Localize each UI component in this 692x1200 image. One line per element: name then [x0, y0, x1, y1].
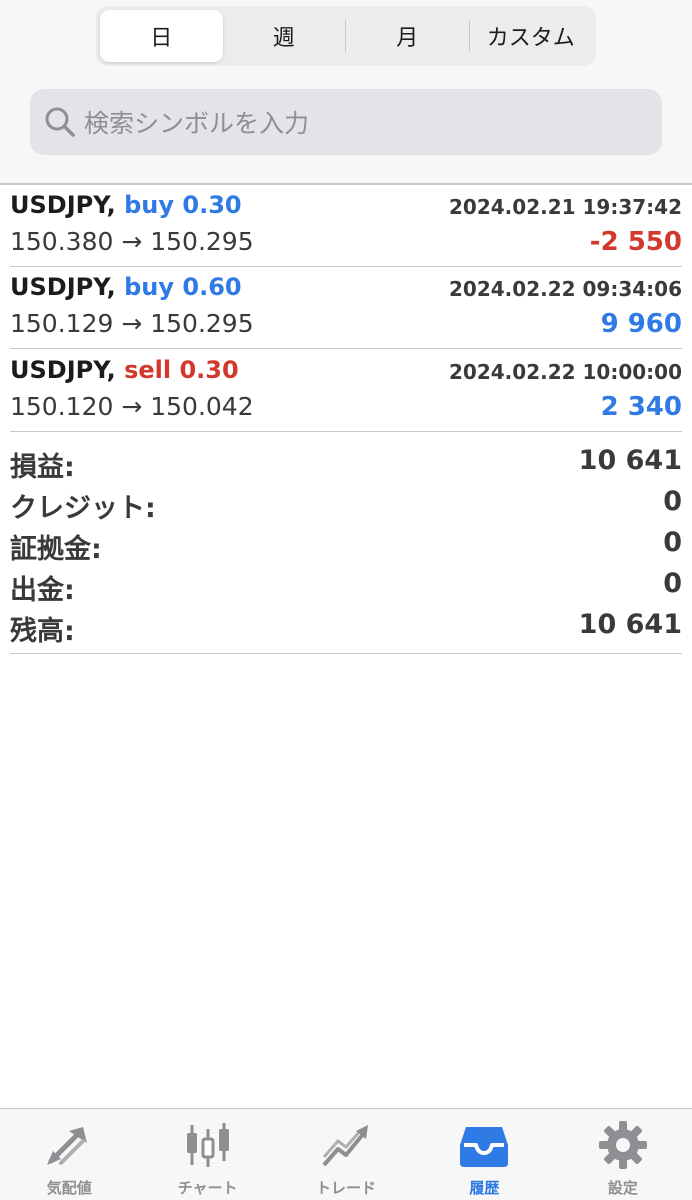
- summary-row-profit: 損益: 10 641: [10, 443, 682, 484]
- trade-prices: 150.129 → 150.295: [10, 309, 254, 338]
- trade-symbol-line: USDJPY, buy 0.60: [10, 273, 242, 301]
- trade-prices: 150.120 → 150.042: [10, 392, 254, 421]
- tab-chart[interactable]: チャート: [138, 1109, 276, 1200]
- trade-side-volume: buy 0.30: [124, 191, 242, 219]
- tab-label: 設定: [607, 1179, 638, 1197]
- summary-row-credit: クレジット: 0: [10, 484, 682, 525]
- trade-symbol-line: USDJPY, sell 0.30: [10, 356, 239, 384]
- trade-profit: 2 340: [600, 392, 682, 422]
- summary-label: 残高:: [10, 616, 75, 647]
- trade-symbol: USDJPY,: [10, 356, 116, 384]
- search-placeholder: 検索シンボルを入力: [84, 109, 310, 138]
- summary-value: 10 641: [578, 609, 682, 640]
- trade-time: 2024.02.21 19:37:42: [449, 195, 682, 219]
- trade-profit: 9 960: [600, 309, 682, 339]
- candlestick-chart-icon: [186, 1123, 229, 1167]
- trade-symbol-line: USDJPY, buy 0.30: [10, 191, 242, 219]
- summary-value: 0: [663, 568, 682, 599]
- gear-icon: [598, 1121, 647, 1169]
- account-summary: 損益: 10 641 クレジット: 0 証拠金: 0 出金: 0 残高: 10 …: [10, 443, 682, 648]
- trade-row[interactable]: USDJPY, buy 0.60 2024.02.22 09:34:06 150…: [10, 267, 682, 349]
- bottom-tab-bar: 気配値 チャート トレード 履歴 設定: [0, 1108, 692, 1200]
- quotes-arrows-icon: [47, 1127, 88, 1165]
- history-inbox-icon: [460, 1127, 509, 1167]
- divider: [10, 653, 682, 654]
- trade-row[interactable]: USDJPY, sell 0.30 2024.02.22 10:00:00 15…: [10, 350, 682, 432]
- tab-label: チャート: [177, 1179, 238, 1197]
- summary-label: 証拠金:: [10, 534, 102, 565]
- period-tab-week[interactable]: 週: [223, 10, 346, 62]
- period-tab-month[interactable]: 月: [346, 10, 469, 62]
- trade-row[interactable]: USDJPY, buy 0.30 2024.02.21 19:37:42 150…: [10, 185, 682, 267]
- trade-symbol: USDJPY,: [10, 191, 116, 219]
- summary-row-withdrawal: 出金: 0: [10, 566, 682, 607]
- tab-quotes[interactable]: 気配値: [0, 1109, 138, 1200]
- summary-value: 0: [663, 527, 682, 558]
- period-tab-day[interactable]: 日: [100, 10, 223, 62]
- trade-trend-icon: [322, 1125, 369, 1167]
- summary-value: 0: [663, 486, 682, 517]
- trade-symbol: USDJPY,: [10, 273, 116, 301]
- summary-row-balance: 残高: 10 641: [10, 607, 682, 648]
- tab-trade[interactable]: トレード: [277, 1109, 415, 1200]
- trade-time: 2024.02.22 10:00:00: [449, 360, 682, 384]
- tab-label: 気配値: [46, 1179, 92, 1197]
- trade-profit: -2 550: [589, 227, 682, 257]
- header-area: 日 週 月 カスタム 検索シンボルを入力: [0, 0, 692, 183]
- trade-side-volume: sell 0.30: [124, 356, 239, 384]
- summary-label: クレジット:: [10, 493, 156, 524]
- summary-label: 出金:: [10, 575, 75, 606]
- trade-prices: 150.380 → 150.295: [10, 227, 254, 256]
- summary-row-deposit: 証拠金: 0: [10, 525, 682, 566]
- tab-history[interactable]: 履歴: [415, 1109, 553, 1200]
- symbol-search-field[interactable]: 検索シンボルを入力: [30, 89, 662, 155]
- tab-settings[interactable]: 設定: [554, 1109, 692, 1200]
- trade-time: 2024.02.22 09:34:06: [449, 277, 682, 301]
- summary-label: 損益:: [10, 452, 75, 483]
- period-tab-custom[interactable]: カスタム: [470, 10, 593, 62]
- period-segmented-control: 日 週 月 カスタム: [96, 6, 596, 66]
- tab-label: トレード: [316, 1179, 377, 1197]
- trade-side-volume: buy 0.60: [124, 273, 242, 301]
- tab-label: 履歴: [469, 1179, 500, 1197]
- search-icon: [45, 107, 75, 137]
- summary-value: 10 641: [578, 445, 682, 476]
